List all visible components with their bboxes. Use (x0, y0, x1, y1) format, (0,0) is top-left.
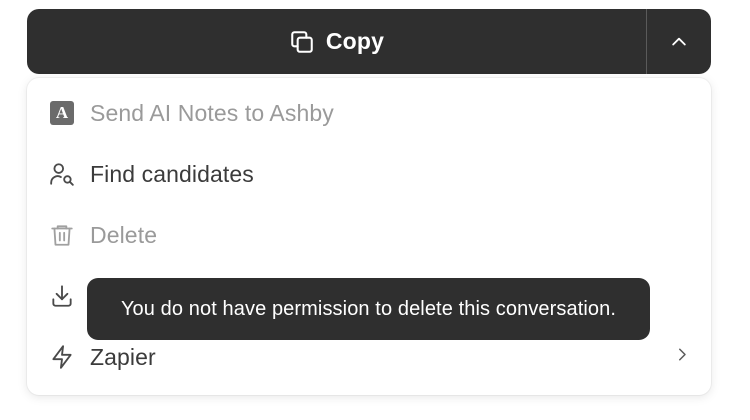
download-icon (49, 283, 75, 309)
menu-item-find-candidates[interactable]: Find candidates (27, 146, 711, 202)
tooltip-text: You do not have permission to delete thi… (120, 297, 617, 320)
lightning-icon (49, 344, 75, 370)
copy-button-label: Copy (325, 28, 385, 54)
chevron-right-icon (673, 346, 691, 369)
menu-item-label: Send AI Notes to Ashby (90, 99, 334, 126)
copy-icon (289, 29, 315, 55)
trash-icon (49, 222, 75, 248)
menu-item-send-ai-notes-to-ashby[interactable]: A Send AI Notes to Ashby (27, 85, 711, 141)
copy-options-menu: A Send AI Notes to Ashby Find candidates (27, 78, 711, 395)
menu-item-delete[interactable]: Delete (27, 207, 711, 263)
copy-button[interactable]: Copy (27, 9, 646, 74)
user-search-icon (49, 161, 75, 187)
ashby-logo-icon: A (49, 100, 75, 126)
copy-menu-screen: Copy A Send AI Notes to Ashby Find candi… (0, 0, 750, 420)
menu-item-label: Delete (90, 221, 158, 248)
ashby-logo: A (50, 101, 74, 125)
chevron-up-icon (669, 32, 689, 52)
menu-item-label: Zapier (90, 343, 156, 370)
copy-split-button: Copy (27, 9, 711, 74)
permission-tooltip: You do not have permission to delete thi… (87, 278, 650, 340)
menu-item-label: Find candidates (90, 160, 254, 187)
copy-options-toggle[interactable] (647, 9, 711, 74)
